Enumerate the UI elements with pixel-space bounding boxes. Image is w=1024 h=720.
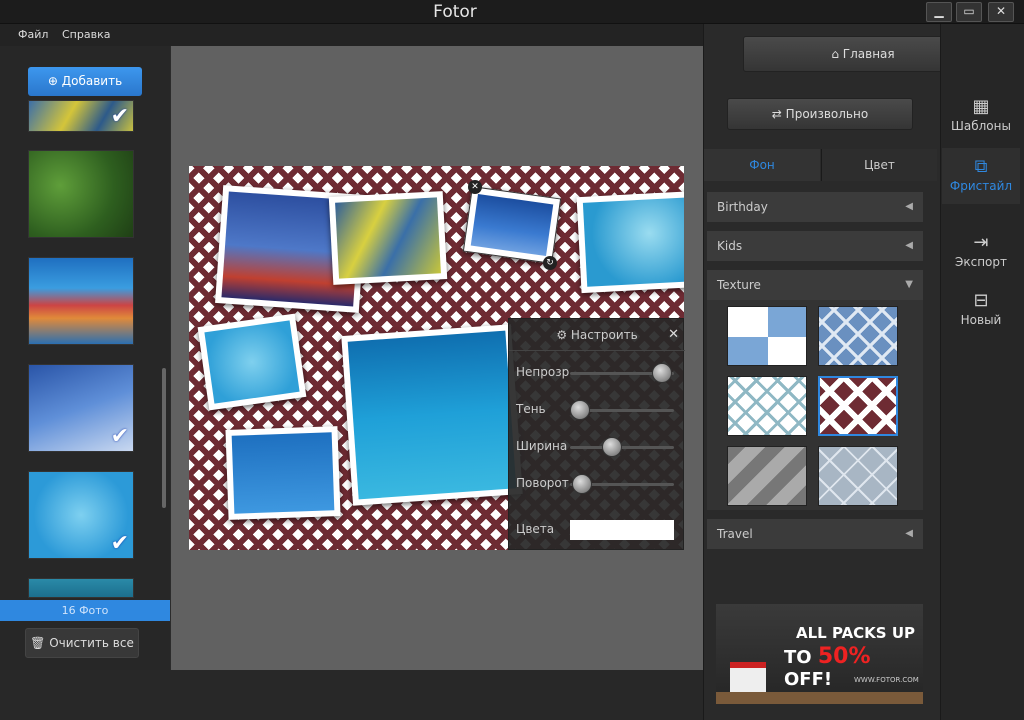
- minimize-button[interactable]: ▁: [926, 2, 952, 22]
- bottom-bar: [0, 670, 703, 720]
- random-label: Произвольно: [785, 107, 869, 121]
- category-label: Texture: [717, 278, 761, 292]
- add-label: Добавить: [61, 74, 123, 88]
- template-icon: ▦: [972, 96, 990, 117]
- menu-file[interactable]: Файл: [18, 28, 48, 41]
- rail-export[interactable]: ⇥ Экспорт: [942, 224, 1020, 280]
- check-icon: ✔: [110, 531, 129, 556]
- trash-icon: 🗑: [30, 636, 50, 650]
- texture-option[interactable]: [818, 446, 898, 506]
- slider-knob[interactable]: [651, 363, 672, 383]
- new-collage-icon: ⊟: [973, 290, 989, 311]
- adjust-title: Настроить: [570, 328, 638, 342]
- promo-text: TO: [784, 647, 818, 668]
- texture-option[interactable]: [818, 306, 898, 366]
- category-label: Kids: [717, 239, 743, 253]
- colors-label: Цвета: [516, 522, 555, 536]
- export-icon: ⇥: [973, 232, 989, 253]
- photo-thumbnail[interactable]: [28, 257, 134, 345]
- collage-photo[interactable]: [197, 313, 307, 411]
- tab-background[interactable]: Фон: [704, 149, 820, 181]
- tab-color[interactable]: Цвет: [821, 149, 937, 181]
- promo-shelf: [716, 692, 923, 704]
- photo-thumbnail[interactable]: [28, 578, 134, 598]
- category-texture[interactable]: Texture ▼: [707, 270, 923, 300]
- home-icon: ⌂: [831, 47, 843, 61]
- slider-label: Поворот: [516, 476, 569, 490]
- gift-box-icon: [730, 662, 766, 696]
- category-kids[interactable]: Kids ◀: [707, 231, 923, 261]
- collage-photo-selected[interactable]: [462, 186, 562, 264]
- photo-thumbnail[interactable]: [28, 150, 134, 238]
- category-label: Birthday: [717, 200, 768, 214]
- color-swatch[interactable]: [570, 520, 674, 540]
- rail-templates[interactable]: ▦ Шаблоны: [942, 88, 1020, 144]
- promo-text: OFF!: [784, 669, 833, 690]
- texture-option[interactable]: [727, 306, 807, 366]
- slider-label: Тень: [516, 402, 546, 416]
- photo-count: 16 Фото: [0, 600, 170, 621]
- expand-arrow-icon: ◀: [905, 201, 913, 212]
- collage-photo[interactable]: [225, 426, 341, 520]
- plus-icon: ⊕: [47, 74, 62, 88]
- rail-label: Экспорт: [954, 255, 1008, 269]
- photo-thumbnail[interactable]: ✔: [28, 364, 134, 452]
- maximize-button[interactable]: ▭: [956, 2, 982, 22]
- category-birthday[interactable]: Birthday ◀: [707, 192, 923, 222]
- rail-label: Фристайл: [949, 179, 1013, 193]
- photo-thumbnail[interactable]: ✔: [28, 100, 134, 132]
- promo-discount: 50%: [817, 644, 871, 669]
- category-label: Travel: [717, 527, 753, 541]
- collapse-arrow-icon: ▼: [905, 279, 913, 290]
- collage-photo[interactable]: [576, 190, 684, 294]
- rail-label: Новый: [960, 313, 1002, 327]
- slider-knob[interactable]: [601, 437, 622, 457]
- check-icon: ✔: [110, 104, 129, 129]
- category-travel[interactable]: Travel ◀: [707, 519, 923, 549]
- promo-url: WWW.FOTOR.COM: [854, 676, 919, 684]
- promo-line1: ALL PACKS UP: [796, 624, 916, 642]
- shuffle-icon: ⇄: [771, 107, 786, 121]
- slider-label: Непрозр: [516, 365, 570, 379]
- check-icon: ✔: [110, 424, 129, 449]
- freestyle-icon: ⧉: [974, 156, 988, 177]
- app-title: Fotor: [433, 2, 477, 22]
- expand-arrow-icon: ◀: [905, 528, 913, 539]
- clear-all-button[interactable]: 🗑 Очистить все: [25, 628, 139, 658]
- photo-panel: [0, 46, 170, 670]
- texture-option[interactable]: [727, 446, 807, 506]
- rotate-handle-icon[interactable]: ↻: [543, 256, 557, 270]
- remove-photo-icon[interactable]: ✕: [468, 180, 482, 194]
- texture-option[interactable]: [727, 376, 807, 436]
- collage-photo[interactable]: [328, 191, 448, 285]
- rail-freestyle[interactable]: ⧉ Фристайл: [942, 148, 1020, 204]
- photo-thumbnail[interactable]: ✔: [28, 471, 134, 559]
- gear-icon: ⚙: [556, 328, 571, 342]
- menu-help[interactable]: Справка: [62, 28, 110, 41]
- collage-photo[interactable]: [341, 324, 523, 506]
- expand-arrow-icon: ◀: [905, 240, 913, 251]
- clear-label: Очистить все: [49, 636, 134, 650]
- slider-label: Ширина: [516, 439, 568, 453]
- home-label: Главная: [842, 47, 895, 61]
- close-adjust-icon[interactable]: ✕: [668, 327, 679, 342]
- add-button[interactable]: ⊕ Добавить: [28, 67, 142, 96]
- random-button[interactable]: ⇄ Произвольно: [727, 98, 913, 130]
- adjust-panel: ⚙ Настроить ✕: [508, 318, 685, 550]
- promo-banner[interactable]: ALL PACKS UP TO 50% OFF! WWW.FOTOR.COM: [716, 604, 923, 704]
- adjust-header: ⚙ Настроить: [509, 319, 685, 351]
- slider-track[interactable]: [570, 446, 674, 449]
- texture-option-selected[interactable]: [818, 376, 898, 436]
- rail-new[interactable]: ⊟ Новый: [942, 282, 1020, 338]
- photo-scrollbar[interactable]: [162, 368, 166, 508]
- rail-label: Шаблоны: [951, 119, 1011, 133]
- close-button[interactable]: ✕: [988, 2, 1014, 22]
